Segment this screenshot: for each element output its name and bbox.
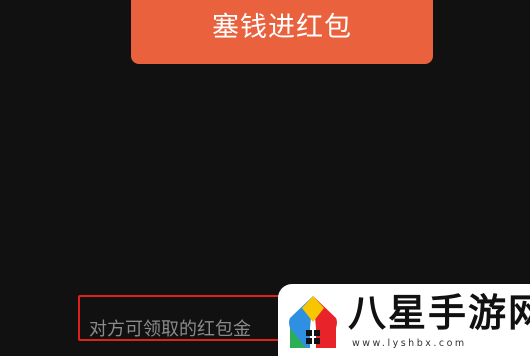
- watermark-url: www.lyshbx.com: [352, 338, 467, 349]
- highlight-box: 对方可领取的红包金: [78, 295, 298, 341]
- red-packet-notice-text: 对方可领取的红包金: [89, 319, 251, 340]
- watermark-badge: 八星手游网 www.lyshbx.com: [278, 284, 530, 356]
- house-logo-icon: [289, 296, 337, 348]
- watermark-title: 八星手游网: [348, 291, 530, 335]
- send-red-packet-button[interactable]: 塞钱进红包: [131, 0, 433, 64]
